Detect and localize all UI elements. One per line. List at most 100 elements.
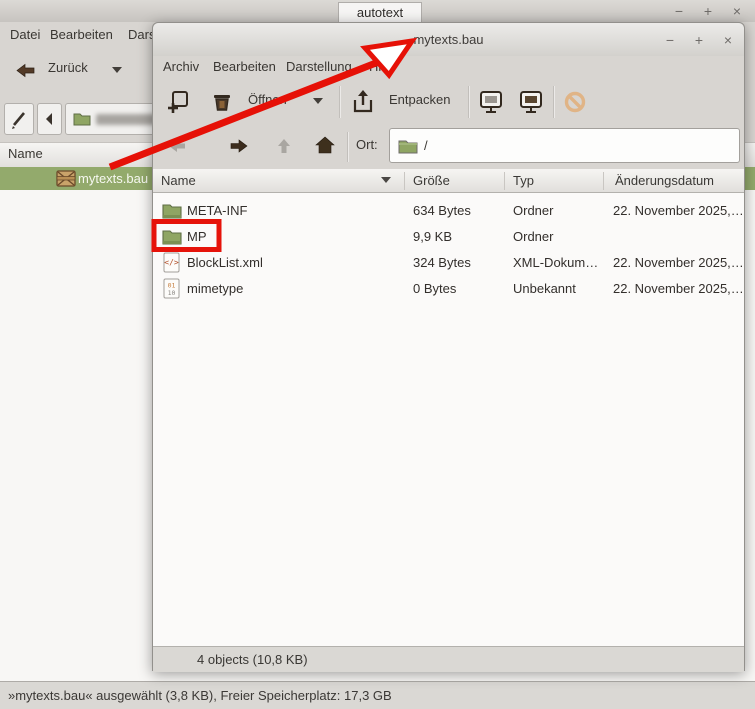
archive-status-text: 4 objects (10,8 KB) [197,652,308,667]
archive-menubar: Archiv Bearbeiten Darstellung Hilfe [153,56,744,80]
xml-file-icon: </> [163,252,180,273]
column-separator[interactable] [504,172,505,190]
maximize-button[interactable]: + [693,32,705,48]
delete-button[interactable] [210,89,236,118]
archive-title: mytexts.bau [413,32,483,47]
edit-location-button[interactable] [4,103,34,135]
back-history-caret-icon[interactable] [112,67,122,73]
toolbar-separator [339,86,341,118]
add-files-button[interactable] [165,89,191,118]
column-size[interactable]: Größe [413,173,450,188]
archive-toolbar: Öffnen Entpacken [153,80,744,124]
sort-descending-icon[interactable] [381,177,391,183]
folder-icon [162,202,182,219]
archive-statusbar: 4 objects (10,8 KB) [153,646,744,672]
back-arrow-icon[interactable] [16,63,36,81]
extract-icon [349,88,377,116]
pencil-icon [5,104,33,134]
view-all-files-icon [477,89,505,116]
archive-window: mytexts.bau − + × Archiv Bearbeiten Dars… [152,22,745,671]
cell-size: 0 Bytes [413,281,456,296]
nav-home-icon[interactable] [314,135,336,158]
archive-titlebar[interactable]: mytexts.bau − + × [153,23,744,56]
svg-text:</>: </> [164,258,179,267]
bg-window-title-label: autotext [357,5,403,20]
cell-size: 9,9 KB [413,229,452,244]
bg-window-title: autotext [338,2,422,23]
nav-separator [347,132,349,162]
column-name[interactable]: Name [161,173,196,188]
cell-name: mimetype [187,281,243,296]
selected-file-name: mytexts.bau [78,171,148,186]
archive-file-icon [55,169,77,188]
archive-file-list[interactable]: META-INF 634 Bytes Ordner 22. November 2… [153,193,744,646]
column-type[interactable]: Typ [513,173,534,188]
view-as-folder-button[interactable] [517,89,545,119]
delete-icon [210,89,236,115]
menu-archiv[interactable]: Archiv [163,59,199,74]
bg-window-controls: − + × [673,0,743,22]
bg-column-name[interactable]: Name [8,146,43,161]
nav-forward-icon[interactable] [229,138,249,157]
table-row[interactable]: META-INF 634 Bytes Ordner 22. November 2… [153,198,744,224]
table-row[interactable]: </> BlockList.xml 324 Bytes XML-Dokum… 2… [153,250,744,276]
minimize-button[interactable]: − [673,3,685,19]
binary-file-icon: 01 10 [163,278,180,299]
chevron-left-icon [38,104,61,134]
menu-datei[interactable]: Datei [10,27,40,42]
column-date[interactable]: Änderungsdatum [615,173,714,188]
svg-text:10: 10 [168,289,176,297]
add-files-icon [165,89,191,115]
cell-name: META-INF [187,203,247,218]
open-button[interactable]: Öffnen [248,92,287,107]
open-dropdown-caret-icon[interactable] [313,98,323,104]
nav-up-icon [275,137,293,158]
stop-icon [563,90,587,114]
toolbar-separator [468,86,470,118]
cell-type: Unbekannt [513,281,576,296]
location-value: / [424,138,428,153]
current-folder-icon [398,138,418,154]
screenshot-root: − + × autotext Datei Bearbeiten Darstell… [0,0,755,709]
cell-size: 324 Bytes [413,255,471,270]
folder-icon [162,228,182,245]
table-row[interactable]: MP 9,9 KB Ordner [153,224,744,250]
menu-darstellung[interactable]: Darstellung [286,59,352,74]
table-row[interactable]: 01 10 mimetype 0 Bytes Unbekannt 22. Nov… [153,276,744,302]
cell-date: 22. November 2025,… [613,281,744,296]
bg-statusbar: »mytexts.bau« ausgewählt (3,8 KB), Freie… [0,681,755,709]
stop-button [563,90,587,117]
cell-size: 634 Bytes [413,203,471,218]
collapse-path-button[interactable] [37,103,62,135]
view-all-files-button[interactable] [477,89,505,119]
archive-navbar: Ort: / [153,124,744,169]
cell-type: Ordner [513,229,553,244]
menu-bearbeiten[interactable]: Bearbeiten [50,27,113,42]
cell-date: 22. November 2025,… [613,255,744,270]
menu-hilfe[interactable]: Hilfe [369,59,395,74]
toolbar-separator [553,86,555,118]
location-label: Ort: [356,137,378,152]
nav-back-icon [167,138,187,157]
column-separator[interactable] [603,172,604,190]
extract-icon-wrap[interactable] [349,88,377,119]
cell-date: 22. November 2025,… [613,203,744,218]
cell-name: BlockList.xml [187,255,263,270]
home-folder-icon [73,111,91,126]
maximize-button[interactable]: + [702,3,714,19]
close-button[interactable]: × [722,32,734,48]
extract-button[interactable]: Entpacken [389,92,450,107]
minimize-button[interactable]: − [664,32,676,48]
close-button[interactable]: × [731,3,743,19]
cell-name: MP [187,229,207,244]
archive-list-header: Name Größe Typ Änderungsdatum [153,169,744,193]
view-as-folder-icon [517,89,545,116]
location-input[interactable]: / [389,128,740,163]
column-separator[interactable] [404,172,405,190]
archive-window-controls: − + × [664,29,734,51]
back-button[interactable]: Zurück [48,60,88,75]
menu-bearbeiten[interactable]: Bearbeiten [213,59,276,74]
cell-type: Ordner [513,203,553,218]
cell-type: XML-Dokum… [513,255,598,270]
bg-status-text: »mytexts.bau« ausgewählt (3,8 KB), Freie… [8,688,392,703]
